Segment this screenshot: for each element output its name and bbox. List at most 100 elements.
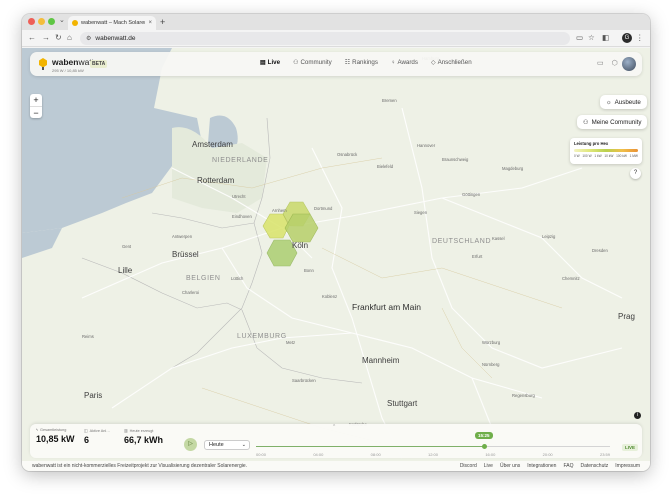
day-select[interactable]: Heute ⌄ bbox=[204, 440, 250, 450]
hexagon-icon[interactable]: ⬡ bbox=[612, 59, 618, 67]
map-label-nürnberg: Nürnberg bbox=[482, 362, 500, 367]
menu-item-awards[interactable]: ♀ Awards bbox=[391, 59, 418, 66]
legend-label: 0 W bbox=[574, 154, 580, 158]
live-badge[interactable]: LIVE bbox=[622, 444, 639, 451]
legend-color-bar bbox=[574, 149, 638, 152]
zoom-in-button[interactable]: + bbox=[30, 94, 42, 106]
brand-name[interactable]: wabenwatt bbox=[52, 57, 94, 67]
timeline-tick: 12:00 bbox=[427, 452, 438, 457]
map-label-erfurt: Erfurt bbox=[472, 254, 483, 259]
url-text: wabenwatt.de bbox=[95, 35, 136, 42]
community-label: Meine Community bbox=[591, 118, 642, 126]
map-label-metz: Metz bbox=[286, 340, 295, 345]
map-label-göttingen: Göttingen bbox=[462, 192, 481, 197]
map-label-eindhoven: Eindhoven bbox=[232, 214, 252, 219]
footer-link-discord[interactable]: Discord bbox=[460, 463, 477, 469]
battery-icon[interactable]: ▭ bbox=[597, 59, 604, 67]
menu-label: Live bbox=[267, 59, 281, 66]
footer-link-faq[interactable]: FAQ bbox=[563, 463, 573, 469]
collapse-chevron-icon[interactable]: ⌃ bbox=[332, 424, 336, 430]
map-label-chemnitz: Chemnitz bbox=[562, 276, 580, 281]
zoom-out-button[interactable]: − bbox=[30, 106, 42, 118]
address-bar[interactable]: ⚙ wabenwatt.de bbox=[80, 32, 570, 45]
timeline-slider[interactable]: 15:25 00:00 04:00 08:00 12:00 16:00 20:0… bbox=[256, 432, 616, 457]
menu-item-rankings[interactable]: ☷ Rankings bbox=[345, 59, 378, 66]
site-info-icon[interactable]: ⚙ bbox=[86, 35, 91, 42]
profile-avatar[interactable]: G bbox=[622, 33, 632, 43]
timeline-handle[interactable] bbox=[482, 444, 487, 449]
map-label-saarbrücken: Saarbrücken bbox=[292, 378, 316, 383]
play-button[interactable]: ▷ bbox=[184, 438, 197, 451]
map-label-gent: Gent bbox=[122, 244, 132, 249]
browser-menu-icon[interactable]: ⋮ bbox=[636, 33, 644, 43]
stat-label: ▥ Heute erzeugt bbox=[124, 428, 163, 434]
stat-gesamtleistung: ϟ Gesamtleistung 10,85 kW bbox=[36, 428, 75, 444]
map-label-würzburg: Würzburg bbox=[482, 340, 501, 345]
footer-link-ueber-uns[interactable]: Über uns bbox=[500, 463, 520, 469]
map-label-luxemburg: LUXEMBURG bbox=[237, 333, 287, 340]
forward-icon[interactable]: → bbox=[42, 33, 50, 43]
legend-labels: 0 W 100 W 1 kW 10 kW 100 kW 1 MW bbox=[574, 154, 638, 158]
footer-link-integrationen[interactable]: Integrationen bbox=[527, 463, 556, 469]
tab-list-chevron-icon[interactable]: ⌄ bbox=[59, 16, 65, 24]
footer-link-live[interactable]: Live bbox=[484, 463, 493, 469]
footer-link-datenschutz[interactable]: Datenschutz bbox=[580, 463, 608, 469]
menu-item-live[interactable]: ▤ Live bbox=[260, 59, 280, 66]
users-icon: ⚇ bbox=[293, 60, 299, 66]
info-icon[interactable]: i bbox=[634, 412, 641, 419]
map-label-braunschweig: Braunschweig bbox=[442, 157, 469, 162]
browser-tab[interactable]: wabenwatt – Mach Solarenergie × bbox=[68, 16, 156, 30]
brand-prefix: waben bbox=[52, 57, 79, 67]
stat-value: 10,85 kW bbox=[36, 434, 75, 444]
ausbeute-button[interactable]: ☼ Ausbeute bbox=[600, 95, 647, 109]
browser-window: ⌄ wabenwatt – Mach Solarenergie × + ← → … bbox=[22, 14, 650, 471]
stat-aktive-anlagen: ◫ Aktive Anl… 6 bbox=[84, 428, 110, 446]
menu-item-community[interactable]: ⚇ Community bbox=[293, 59, 332, 66]
map-label-mannheim: Mannheim bbox=[362, 356, 400, 365]
beta-badge: BETA bbox=[90, 60, 108, 68]
map-label-bonn: Bonn bbox=[304, 268, 314, 273]
bookmark-icon[interactable]: ☆ bbox=[588, 33, 595, 43]
map-label-niederlande: NIEDERLANDE bbox=[212, 157, 268, 164]
help-icon[interactable]: ? bbox=[630, 168, 641, 179]
header-icons: ▭ ⬡ bbox=[597, 59, 618, 67]
brand-subtitle: 295 W / 10,85 kW bbox=[52, 68, 84, 73]
map-label-bremen: Bremen bbox=[382, 98, 397, 103]
cast-icon[interactable]: ▭ bbox=[576, 33, 583, 43]
user-avatar[interactable] bbox=[622, 57, 636, 71]
extensions-icon[interactable]: ◧ bbox=[602, 33, 609, 43]
maximize-window-button[interactable] bbox=[48, 18, 55, 25]
day-select-value: Heute bbox=[209, 442, 224, 448]
map-label-dresden: Dresden bbox=[592, 248, 608, 253]
award-icon: ♀ bbox=[390, 59, 396, 66]
meine-community-button[interactable]: ⚇ Meine Community bbox=[577, 115, 648, 129]
map-legend: Leistung pro Hex 0 W 100 W 1 kW 10 kW 10… bbox=[570, 138, 642, 164]
chevron-down-icon: ⌄ bbox=[241, 442, 246, 448]
menu-item-anschliessen[interactable]: ◇ Anschließen bbox=[431, 59, 472, 66]
map-label-lüttich: Lüttich bbox=[231, 276, 244, 281]
legend-title: Leistung pro Hex bbox=[574, 141, 609, 146]
home-icon[interactable]: ⌂ bbox=[67, 33, 72, 43]
new-tab-icon[interactable]: + bbox=[160, 16, 165, 28]
back-icon[interactable]: ← bbox=[28, 33, 36, 43]
stat-value: 66,7 kWh bbox=[124, 435, 164, 445]
map-label-koblenz: Koblenz bbox=[322, 294, 337, 299]
stat-label-text: Gesamtleistung bbox=[40, 428, 67, 432]
footer-text: wabenwatt ist ein nicht-kommerzielles Fr… bbox=[32, 463, 248, 469]
close-tab-icon[interactable]: × bbox=[148, 20, 152, 26]
map-label-prag: Prag bbox=[618, 312, 635, 321]
footer-link-impressum[interactable]: Impressum bbox=[615, 463, 640, 469]
map-label-köln: Köln bbox=[292, 241, 308, 250]
map-label-hannover: Hannover bbox=[417, 143, 436, 148]
map-canvas[interactable]: Amsterdam NIEDERLANDE Rotterdam Brüssel BELG… bbox=[22, 48, 650, 471]
stats-panel: ⌃ ϟ Gesamtleistung 10,85 kW ◫ Aktive Anl… … bbox=[30, 424, 642, 458]
wabenwatt-logo-icon[interactable] bbox=[38, 58, 48, 70]
page-footer: wabenwatt ist ein nicht-kommerzielles Fr… bbox=[22, 461, 650, 471]
reload-icon[interactable]: ↻ bbox=[55, 33, 62, 43]
map-label-amsterdam: Amsterdam bbox=[192, 140, 233, 149]
map-label-arnhem: Arnhem bbox=[272, 208, 287, 213]
map-label-reims: Reims bbox=[82, 334, 94, 339]
minimize-window-button[interactable] bbox=[38, 18, 45, 25]
close-window-button[interactable] bbox=[28, 18, 35, 25]
timeline-current-time: 15:25 bbox=[475, 432, 493, 439]
